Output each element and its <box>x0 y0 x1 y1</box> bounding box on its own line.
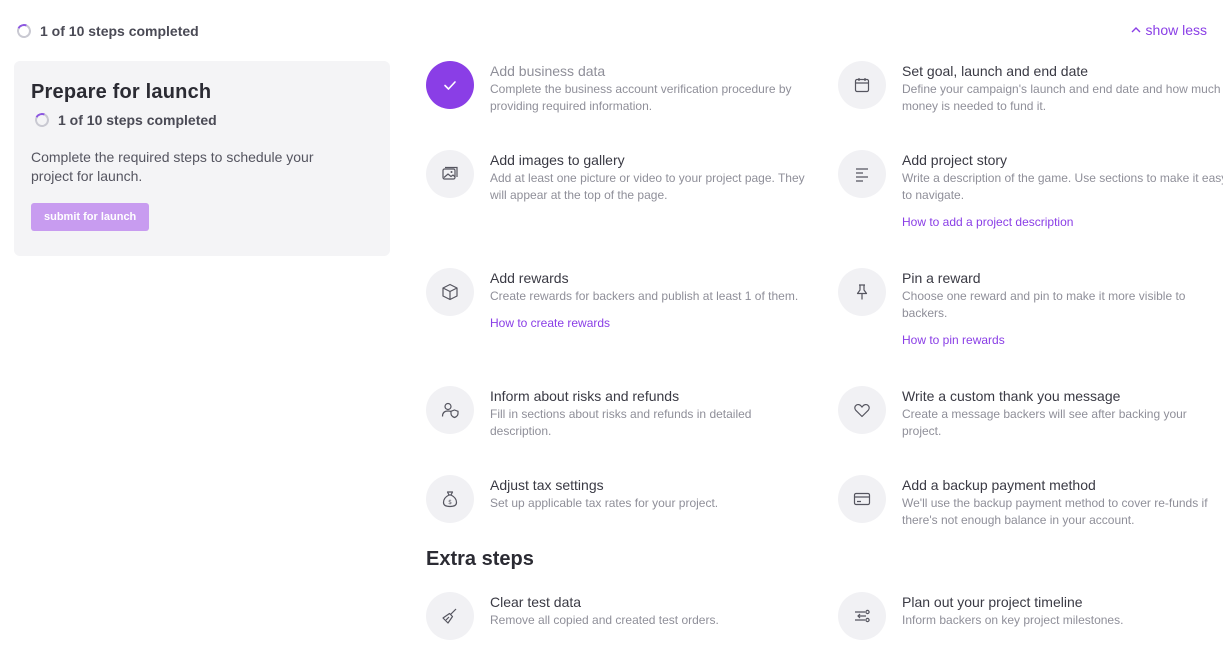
step-title: Set goal, launch and end date <box>902 63 1089 79</box>
extra-steps-heading: Extra steps <box>426 548 534 570</box>
step-item[interactable]: Clear test data Remove all copied and cre… <box>426 592 816 640</box>
step-icon-circle <box>426 150 474 198</box>
step-description: Create a message backers will see after … <box>902 407 1187 438</box>
step-item[interactable]: Write a custom thank you message Create a… <box>838 386 1223 440</box>
step-title: Inform about risks and refunds <box>490 388 680 404</box>
step-item[interactable]: Inform about risks and refunds Fill in se… <box>426 386 816 440</box>
step-content: Clear test data Remove all copied and cre… <box>490 592 719 640</box>
step-icon-circle <box>838 268 886 316</box>
box-icon <box>442 283 458 301</box>
calendar-icon <box>854 78 870 93</box>
step-title: Add project story <box>902 152 1008 168</box>
step-description: Remove all copied and created test order… <box>490 613 719 627</box>
step-item[interactable]: Add business data Complete the business a… <box>426 61 816 115</box>
step-description: Define your campaign's launch and end da… <box>902 82 1221 113</box>
step-item[interactable]: Pin a reward Choose one reward and pin to… <box>838 268 1223 347</box>
step-content: Add rewards Create rewards for backers an… <box>490 268 798 330</box>
step-description: Complete the business account verificati… <box>490 82 792 113</box>
step-item[interactable]: Add rewards Create rewards for backers an… <box>426 268 816 330</box>
overall-progress: 1 of 10 steps completed <box>15 22 199 40</box>
step-icon-circle <box>838 475 886 523</box>
step-content: Add images to gallery Add at least one pi… <box>490 150 816 204</box>
step-description: Write a description of the game. Use sec… <box>902 171 1223 202</box>
step-icon-circle <box>838 386 886 434</box>
pin-icon <box>856 284 868 300</box>
step-icon-circle <box>426 61 474 109</box>
step-title: Add a backup payment method <box>902 477 1096 493</box>
text-lines-icon <box>856 168 868 182</box>
step-icon-circle <box>838 61 886 109</box>
step-title: Clear test data <box>490 594 582 610</box>
step-content: Add business data Complete the business a… <box>490 61 816 115</box>
prepare-title: Prepare for launch <box>31 81 212 103</box>
step-icon-circle <box>838 150 886 198</box>
step-content: Set goal, launch and end date Define your… <box>902 61 1223 115</box>
step-help-link[interactable]: How to add a project description <box>902 215 1223 229</box>
progress-ring-icon <box>33 111 51 129</box>
check-icon <box>444 81 456 90</box>
step-icon-circle <box>426 386 474 434</box>
step-content: Plan out your project timeline Inform bac… <box>902 592 1123 640</box>
step-title: Add business data <box>490 63 606 79</box>
image-gallery-icon <box>442 166 458 180</box>
step-description: Set up applicable tax rates for your pro… <box>490 496 719 510</box>
step-icon-circle <box>426 592 474 640</box>
step-item[interactable]: Set goal, launch and end date Define your… <box>838 61 1223 115</box>
prepare-progress-text: 1 of 10 steps completed <box>58 112 217 128</box>
step-help-link[interactable]: How to pin rewards <box>902 333 1223 347</box>
step-description: Choose one reward and pin to make it mor… <box>902 289 1186 320</box>
step-item[interactable]: Add a backup payment method We'll use the… <box>838 475 1223 529</box>
step-title: Write a custom thank you message <box>902 388 1121 404</box>
user-shield-icon <box>441 402 459 419</box>
prepare-description: Complete the required steps to schedule … <box>31 149 314 184</box>
step-icon-circle <box>838 592 886 640</box>
prepare-for-launch-card: Prepare for launch 1 of 10 steps complet… <box>14 61 390 256</box>
step-description: Fill in sections about risks and refunds… <box>490 407 752 438</box>
step-description: We'll use the backup payment method to c… <box>902 496 1208 527</box>
credit-card-icon <box>853 492 871 506</box>
prepare-progress: 1 of 10 steps completed <box>33 111 373 129</box>
step-item[interactable]: $ Adjust tax settings Set up applicable ta… <box>426 475 816 523</box>
step-content: Adjust tax settings Set up applicable tax… <box>490 475 718 523</box>
step-title: Pin a reward <box>902 270 981 286</box>
timeline-icon <box>855 609 870 623</box>
progress-ring-icon <box>15 22 33 40</box>
step-title: Add rewards <box>490 270 569 286</box>
svg-text:$: $ <box>448 499 452 506</box>
step-icon-circle <box>426 268 474 316</box>
step-description: Create rewards for backers and publish a… <box>490 289 799 303</box>
step-title: Adjust tax settings <box>490 477 604 493</box>
step-description: Inform backers on key project milestones… <box>902 613 1124 627</box>
step-item[interactable]: Add images to gallery Add at least one pi… <box>426 150 816 204</box>
step-title: Plan out your project timeline <box>902 594 1083 610</box>
show-less-button[interactable]: show less <box>1130 22 1207 38</box>
money-bag-icon: $ <box>442 491 458 508</box>
step-description: Add at least one picture or video to you… <box>490 171 805 202</box>
step-content: Pin a reward Choose one reward and pin to… <box>902 268 1223 347</box>
chevron-up-icon <box>1131 27 1141 33</box>
step-icon-circle: $ <box>426 475 474 523</box>
show-less-label: show less <box>1145 22 1207 38</box>
step-title: Add images to gallery <box>490 152 625 168</box>
broom-icon <box>442 608 457 624</box>
step-content: Inform about risks and refunds Fill in se… <box>490 386 816 440</box>
step-item[interactable]: Add project story Write a description of … <box>838 150 1223 229</box>
step-content: Add project story Write a description of … <box>902 150 1223 229</box>
progress-text: 1 of 10 steps completed <box>40 23 199 39</box>
submit-for-launch-button[interactable]: submit for launch <box>31 203 150 231</box>
heart-icon <box>854 403 870 418</box>
step-item[interactable]: Plan out your project timeline Inform bac… <box>838 592 1223 640</box>
step-content: Add a backup payment method We'll use the… <box>902 475 1223 529</box>
step-help-link[interactable]: How to create rewards <box>490 316 798 330</box>
step-content: Write a custom thank you message Create a… <box>902 386 1223 440</box>
